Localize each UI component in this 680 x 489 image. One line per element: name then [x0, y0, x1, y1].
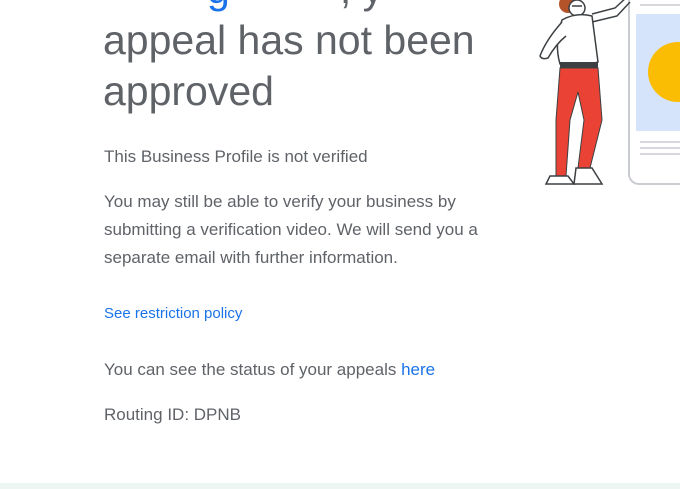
page: g , y appeal has not been approved This B… — [0, 0, 680, 489]
verification-status-text: This Business Profile is not verified — [104, 147, 368, 166]
routing-id: Routing ID: DPNB — [104, 405, 241, 424]
title-line-3: approved — [103, 68, 274, 114]
person-with-phone-illustration — [539, 0, 680, 185]
appeals-here-link[interactable]: here — [401, 360, 435, 379]
restriction-policy-link[interactable]: See restriction policy — [104, 304, 242, 324]
appeals-status-prefix: You can see the status of your appeals — [104, 360, 402, 379]
appeals-status-text: You can see the status of your appeals h… — [104, 359, 435, 381]
footer-strip — [0, 483, 680, 489]
title-line-1-rest: , y — [340, 0, 383, 12]
verification-video-info: You may still be able to verify your bus… — [104, 192, 478, 267]
title-line-2: appeal has not been — [103, 17, 475, 63]
title-line-1: g , y — [103, 0, 503, 15]
page-title: g , y appeal has not been approved — [103, 0, 503, 117]
title-line-1-blue: g — [207, 0, 230, 12]
